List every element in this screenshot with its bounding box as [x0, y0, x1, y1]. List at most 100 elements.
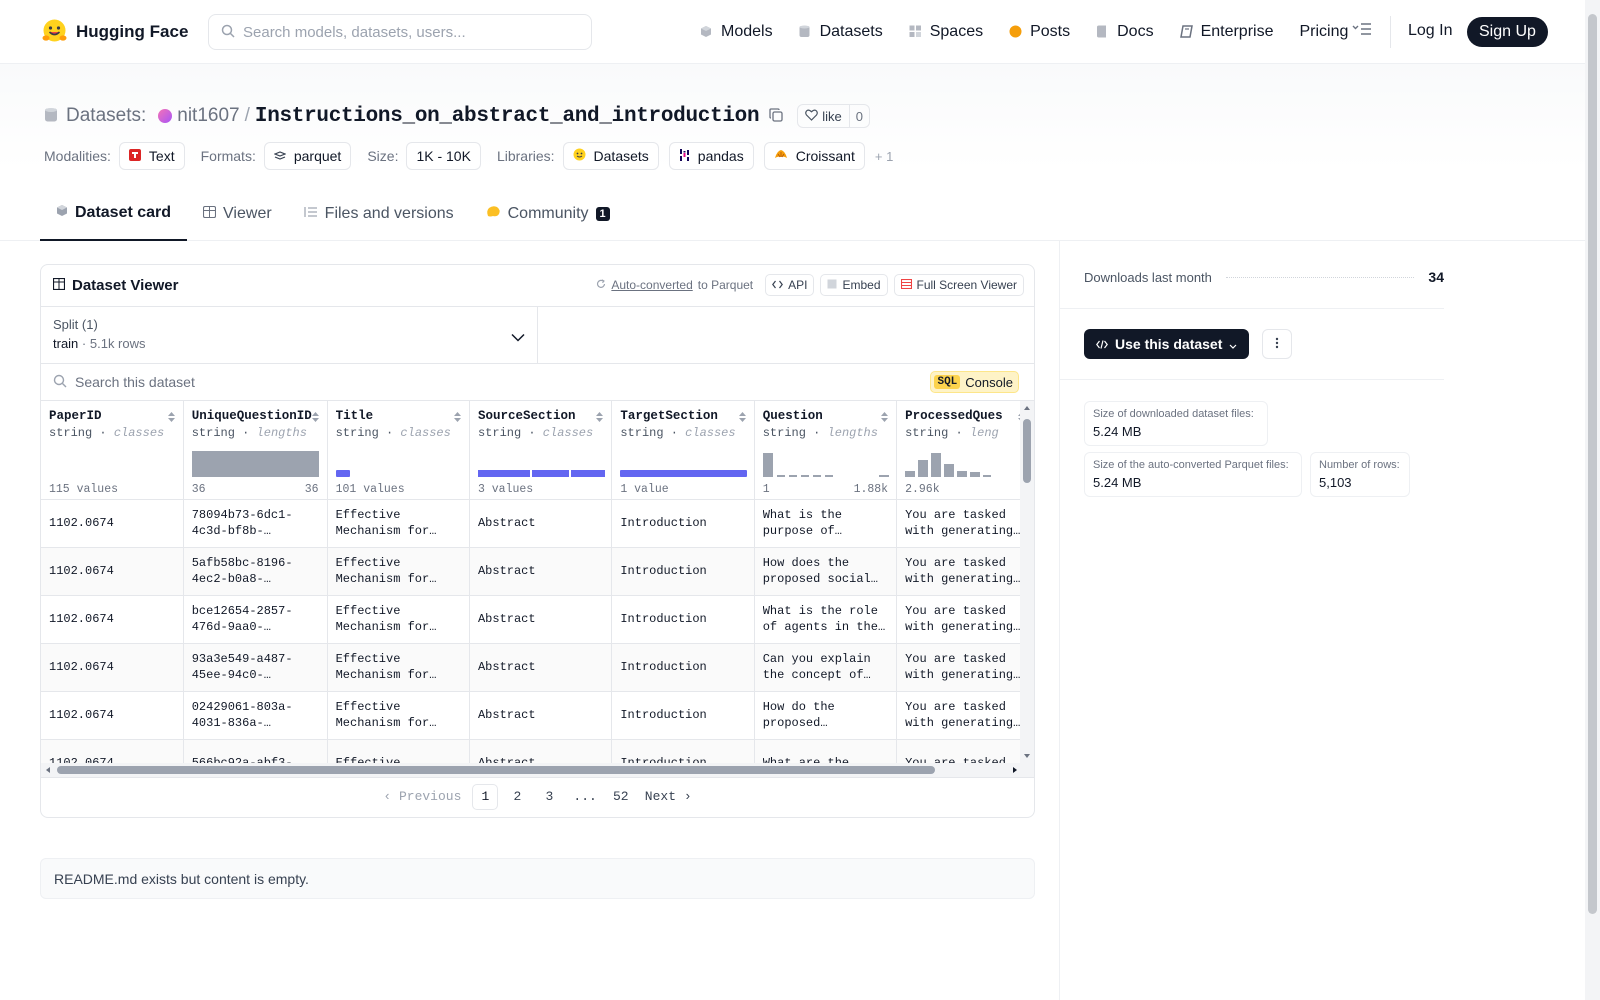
tag-modality[interactable]: Text — [118, 142, 185, 170]
table-cell[interactable]: Effective Mechanism for… — [327, 691, 470, 740]
table-cell[interactable]: 78094b73-6dc1-4c3d-bf8b-… — [183, 499, 328, 548]
table-cell[interactable]: Introduction — [611, 499, 755, 548]
table-cell[interactable]: 5afb58bc-8196-4ec2-b0a8-… — [183, 547, 328, 596]
table-cell[interactable]: Introduction — [611, 595, 755, 644]
column-header[interactable]: TargetSection string · classes 1 value — [611, 401, 755, 500]
table-cell[interactable]: You are tasked with generating an — [896, 691, 1034, 740]
table-cell[interactable]: What is the role of agents in the… — [754, 595, 898, 644]
tag-library-datasets[interactable]: Datasets — [562, 142, 659, 170]
table-cell[interactable]: Effective Mechanism for… — [327, 499, 470, 548]
nav-link-enterprise[interactable]: Enterprise — [1179, 23, 1273, 41]
login-link[interactable]: Log In — [1408, 22, 1452, 40]
sort-icon[interactable] — [311, 411, 320, 427]
table-row[interactable]: 1102.0674 02429061-803a-4031-836a-… Effect… — [41, 691, 1034, 740]
column-header[interactable]: Title string · classes 101 values — [327, 401, 470, 500]
horizontal-scroll-thumb[interactable] — [57, 766, 935, 774]
table-cell[interactable]: Introduction — [611, 547, 755, 596]
brand-logo[interactable]: Hugging Face — [41, 18, 188, 45]
table-cell[interactable]: 1102.0674 — [41, 691, 184, 740]
sort-icon[interactable] — [595, 411, 604, 427]
pager-page-1[interactable]: 1 — [472, 783, 499, 810]
pager-page-52[interactable]: 52 — [608, 784, 634, 810]
sort-icon[interactable] — [167, 411, 176, 427]
column-header[interactable]: UniqueQuestionID string · lengths 36 36 — [183, 401, 328, 500]
table-cell[interactable]: Can you explain the concept of… — [754, 643, 898, 692]
horizontal-scrollbar[interactable] — [41, 763, 1022, 777]
column-distribution[interactable] — [335, 451, 461, 477]
table-cell[interactable]: 1102.0674 — [41, 499, 184, 548]
column-header[interactable]: PaperID string · classes 115 values — [41, 401, 184, 500]
split-selector[interactable]: Split (1) train · 5.1k rows — [41, 307, 538, 363]
table-cell[interactable]: 1102.0674 — [41, 595, 184, 644]
table-cell[interactable]: You are tasked with generating an — [896, 595, 1034, 644]
column-distribution[interactable] — [477, 451, 605, 477]
more-libraries[interactable]: + 1 — [875, 149, 893, 164]
dataset-search[interactable]: SQL Console — [41, 364, 1034, 401]
pager-previous[interactable]: ‹ Previous — [378, 784, 466, 810]
table-cell[interactable]: Introduction — [611, 643, 755, 692]
table-cell[interactable]: Effective Mechanism for… — [327, 643, 470, 692]
table-cell[interactable]: How do the proposed… — [754, 691, 898, 740]
table-cell[interactable]: What is the purpose of… — [754, 499, 898, 548]
sort-icon[interactable] — [453, 411, 462, 427]
like-button[interactable]: like 0 — [797, 104, 871, 128]
table-cell[interactable]: Effective Mechanism for… — [327, 595, 470, 644]
table-cell[interactable]: You are tasked with generating an — [896, 547, 1034, 596]
table-cell[interactable]: Abstract — [469, 547, 613, 596]
sort-icon[interactable] — [880, 411, 889, 427]
tag-size[interactable]: 1K - 10K — [406, 142, 481, 170]
vertical-scrollbar[interactable] — [1020, 401, 1034, 777]
dataset-search-input[interactable] — [75, 374, 675, 390]
column-header[interactable]: ProcessedQues string · leng 2.96k — [896, 401, 1034, 500]
tab-dataset-card[interactable]: Dataset card — [40, 187, 188, 241]
column-distribution[interactable] — [49, 451, 175, 477]
auto-converted-link[interactable]: Auto-converted — [611, 278, 692, 292]
tag-format[interactable]: parquet — [263, 142, 352, 170]
table-cell[interactable]: How does the proposed social… — [754, 547, 898, 596]
use-this-dataset-button[interactable]: Use this dataset — [1084, 329, 1250, 359]
nav-link-spaces[interactable]: Spaces — [909, 23, 983, 41]
tag-library-pandas[interactable]: pandas — [668, 142, 754, 170]
tab-files-and-versions[interactable]: Files and versions — [288, 187, 470, 241]
more-menu-icon[interactable] — [1352, 22, 1372, 39]
table-cell[interactable]: 1102.0674 — [41, 547, 184, 596]
table-cell[interactable]: Abstract — [469, 691, 613, 740]
nav-link-pricing[interactable]: Pricing — [1299, 23, 1348, 41]
table-row[interactable]: 1102.0674 78094b73-6dc1-4c3d-bf8b-… Effect… — [41, 499, 1034, 548]
signup-button[interactable]: Sign Up — [1467, 17, 1548, 47]
column-header[interactable]: SourceSection string · classes 3 values — [469, 401, 613, 500]
nav-link-docs[interactable]: Docs — [1096, 23, 1154, 41]
global-search-input[interactable] — [243, 23, 563, 41]
sort-icon[interactable] — [738, 411, 747, 427]
table-cell[interactable]: Abstract — [469, 643, 613, 692]
sql-console-button[interactable]: SQL Console — [930, 371, 1019, 393]
table-row[interactable]: 1102.0674 93a3e549-a487-45ee-94c0-… Effect… — [41, 643, 1034, 692]
table-cell[interactable]: 02429061-803a-4031-836a-… — [183, 691, 328, 740]
column-distribution[interactable] — [620, 451, 748, 477]
column-distribution[interactable] — [762, 451, 889, 477]
table-cell[interactable]: Introduction — [611, 691, 755, 740]
tab-viewer[interactable]: Viewer — [187, 187, 288, 241]
table-cell[interactable]: Abstract — [469, 499, 613, 548]
table-cell[interactable]: 93a3e549-a487-45ee-94c0-… — [183, 643, 328, 692]
nav-link-models[interactable]: Models — [700, 23, 773, 41]
pager-page-2[interactable]: 2 — [504, 784, 530, 810]
page-scroll-thumb[interactable] — [1588, 14, 1597, 914]
pager-page-3[interactable]: 3 — [536, 784, 562, 810]
page-scrollbar[interactable] — [1585, 0, 1600, 1000]
table-cell[interactable]: Effective Mechanism for… — [327, 547, 470, 596]
column-distribution[interactable] — [191, 451, 319, 477]
column-distribution[interactable] — [905, 451, 1025, 477]
nav-link-posts[interactable]: Posts — [1009, 23, 1070, 41]
column-header[interactable]: Question string · lengths 1 1.88k — [754, 401, 898, 500]
vertical-scroll-thumb[interactable] — [1023, 419, 1031, 483]
table-cell[interactable]: Abstract — [469, 595, 613, 644]
table-cell[interactable]: You are tasked with generating an — [896, 643, 1034, 692]
repo-name[interactable]: Instructions_on_abstract_and_introductio… — [255, 105, 760, 128]
owner-link[interactable]: nit1607 — [177, 105, 239, 127]
api-button[interactable]: API — [765, 274, 815, 296]
tab-community[interactable]: Community 1 — [470, 187, 626, 241]
more-options-button[interactable] — [1262, 329, 1292, 359]
table-row[interactable]: 1102.0674 bce12654-2857-476d-9aa0-… Effect… — [41, 595, 1034, 644]
table-cell[interactable]: 1102.0674 — [41, 643, 184, 692]
